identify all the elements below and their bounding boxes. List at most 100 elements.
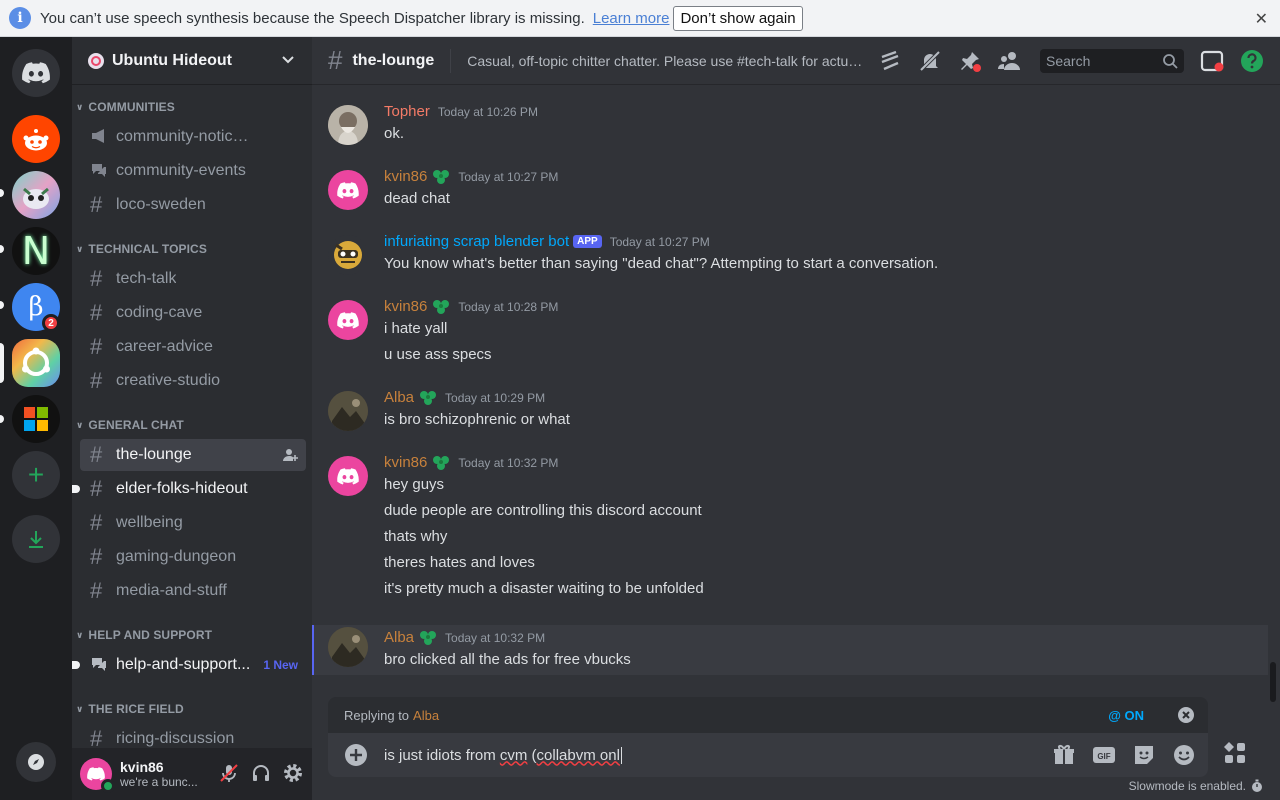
gift-icon[interactable]	[1052, 743, 1076, 767]
message[interactable]: kvin86 Today at 10:32 PM hey guys dude p…	[312, 454, 1268, 608]
avatar[interactable]	[328, 391, 368, 431]
unread-pill	[0, 245, 4, 253]
channel-elder-folks-hideout[interactable]: # elder-folks-hideout	[72, 473, 306, 505]
category-technical-topics[interactable]: ∨ TECHNICAL TOPICS	[76, 242, 207, 256]
chevron-down-icon[interactable]	[280, 51, 296, 67]
header-toolbar	[878, 49, 1022, 73]
author-name[interactable]: kvin86	[384, 454, 427, 471]
author-name[interactable]: infuriating scrap blender bot	[384, 233, 569, 250]
avatar[interactable]	[80, 758, 115, 793]
category-communities[interactable]: ∨ COMMUNITIES	[76, 100, 175, 114]
channel-community-events[interactable]: community-events	[80, 155, 306, 187]
headphones-icon[interactable]	[250, 762, 272, 784]
message-input[interactable]: is just idiots from cvm (collabvm onl	[384, 746, 622, 764]
timestamp: Today at 10:32 PM	[458, 455, 559, 470]
emoji-icon[interactable]	[1172, 743, 1196, 767]
plus-icon: +	[27, 459, 45, 490]
message-text: thats why	[384, 528, 448, 545]
message-composer[interactable]: is just idiots from cvm (collabvm onl GI…	[328, 733, 1208, 777]
channel-label: community-events	[116, 162, 246, 179]
author-name[interactable]: kvin86	[384, 298, 427, 315]
author-name[interactable]: Alba	[384, 629, 414, 646]
message-replied-to[interactable]: Alba Today at 10:32 PM bro clicked all t…	[312, 625, 1268, 675]
discord-logo-icon	[337, 311, 359, 328]
input-text: (	[527, 746, 537, 764]
scrollbar-thumb[interactable]	[1270, 662, 1276, 702]
channel-coding-cave[interactable]: # coding-cave	[80, 297, 306, 329]
author-name[interactable]: kvin86	[384, 168, 427, 185]
search-input[interactable]: Search	[1040, 49, 1184, 73]
channel-help-and-support[interactable]: help-and-support... 1 New	[72, 649, 306, 681]
channel-label: help-and-support...	[116, 656, 251, 673]
message[interactable]: Topher Today at 10:26 PM ok.	[312, 103, 1268, 153]
message[interactable]: kvin86 Today at 10:28 PM i hate yall u u…	[312, 298, 1268, 374]
home-button[interactable]	[12, 49, 60, 97]
category-help-and-support[interactable]: ∨ HELP AND SUPPORT	[76, 628, 212, 642]
channel-loco-sweden[interactable]: # loco-sweden	[80, 189, 306, 221]
add-member-icon[interactable]	[282, 447, 298, 463]
channel-label: ricing-discussion	[116, 730, 235, 747]
channel-gaming-dungeon[interactable]: # gaming-dungeon	[80, 541, 306, 573]
channel-community-noticeboard[interactable]: community-noticeboard	[80, 121, 306, 153]
close-reply-icon[interactable]	[1178, 707, 1194, 723]
avatar[interactable]	[328, 627, 368, 667]
channel-the-lounge[interactable]: # the-lounge	[80, 439, 306, 471]
category-general-chat[interactable]: ∨ GENERAL CHAT	[76, 418, 184, 432]
message[interactable]: infuriating scrap blender bot APP Today …	[312, 233, 1268, 283]
pinned-messages-icon[interactable]	[958, 49, 982, 73]
download-icon	[29, 531, 43, 548]
sticker-icon[interactable]	[1132, 743, 1156, 767]
category-label: TECHNICAL TOPICS	[88, 242, 207, 256]
mute-mic-icon[interactable]	[218, 762, 240, 784]
explore-button[interactable]	[16, 742, 56, 782]
channel-creative-studio[interactable]: # creative-studio	[80, 365, 306, 397]
dont-show-again-button[interactable]: Don’t show again	[673, 5, 803, 31]
add-server-button[interactable]: +	[12, 451, 60, 499]
gif-icon[interactable]: GIF	[1092, 743, 1116, 767]
timestamp: Today at 10:27 PM	[609, 234, 710, 249]
svg-text:GIF: GIF	[1097, 752, 1110, 761]
learn-more-link[interactable]: Learn more	[593, 10, 670, 27]
avatar[interactable]	[328, 105, 368, 145]
avatar[interactable]	[328, 235, 368, 275]
author-name[interactable]: Alba	[384, 389, 414, 406]
mention-toggle[interactable]: @ ON	[1108, 708, 1144, 723]
hash-icon: #	[90, 266, 103, 291]
add-attachment-icon[interactable]	[344, 743, 368, 767]
server-reddit[interactable]	[12, 115, 60, 163]
server-colorful[interactable]	[12, 171, 60, 219]
hash-icon: #	[90, 368, 103, 393]
avatar[interactable]	[328, 300, 368, 340]
notification-bell-muted-icon[interactable]	[918, 49, 942, 73]
channel-wellbeing[interactable]: # wellbeing	[80, 507, 306, 539]
server-header[interactable]: Ubuntu Hideout	[72, 37, 312, 85]
avatar[interactable]	[328, 170, 368, 210]
close-icon[interactable]: ✕	[1255, 9, 1268, 29]
channel-media-and-stuff[interactable]: # media-and-stuff	[80, 575, 306, 607]
inbox-icon[interactable]	[1200, 49, 1224, 73]
beta-logo-icon: β	[28, 292, 44, 322]
settings-gear-icon[interactable]	[282, 762, 304, 784]
avatar[interactable]	[328, 456, 368, 496]
member-list-icon[interactable]	[998, 49, 1022, 73]
channel-label: creative-studio	[116, 372, 221, 389]
channel-career-advice[interactable]: # career-advice	[80, 331, 306, 363]
channel-tech-talk[interactable]: # tech-talk	[80, 263, 306, 295]
channel-header: # the-lounge Casual, off-topic chitter c…	[312, 37, 1280, 85]
app-launcher-icon[interactable]	[1222, 740, 1248, 766]
message[interactable]: Alba Today at 10:29 PM is bro schizophre…	[312, 389, 1268, 439]
help-icon[interactable]	[1240, 49, 1264, 73]
threads-icon[interactable]	[878, 49, 902, 73]
megaphone-icon	[90, 124, 114, 150]
ubuntu-logo-icon	[22, 347, 50, 376]
author-name[interactable]: Topher	[384, 103, 430, 120]
server-n[interactable]: N	[12, 227, 60, 275]
user-info[interactable]: kvin86 we're a bunc...	[112, 759, 198, 789]
message-header: kvin86 Today at 10:27 PM	[384, 168, 558, 185]
server-windows[interactable]	[12, 395, 60, 443]
category-the-rice-field[interactable]: ∨ THE RICE FIELD	[76, 702, 184, 716]
channel-topic[interactable]: Casual, off-topic chitter chatter. Pleas…	[467, 53, 867, 69]
message[interactable]: kvin86 Today at 10:27 PM dead chat	[312, 168, 1268, 218]
download-apps-button[interactable]	[12, 515, 60, 563]
server-ubuntu-hideout[interactable]	[12, 339, 60, 387]
